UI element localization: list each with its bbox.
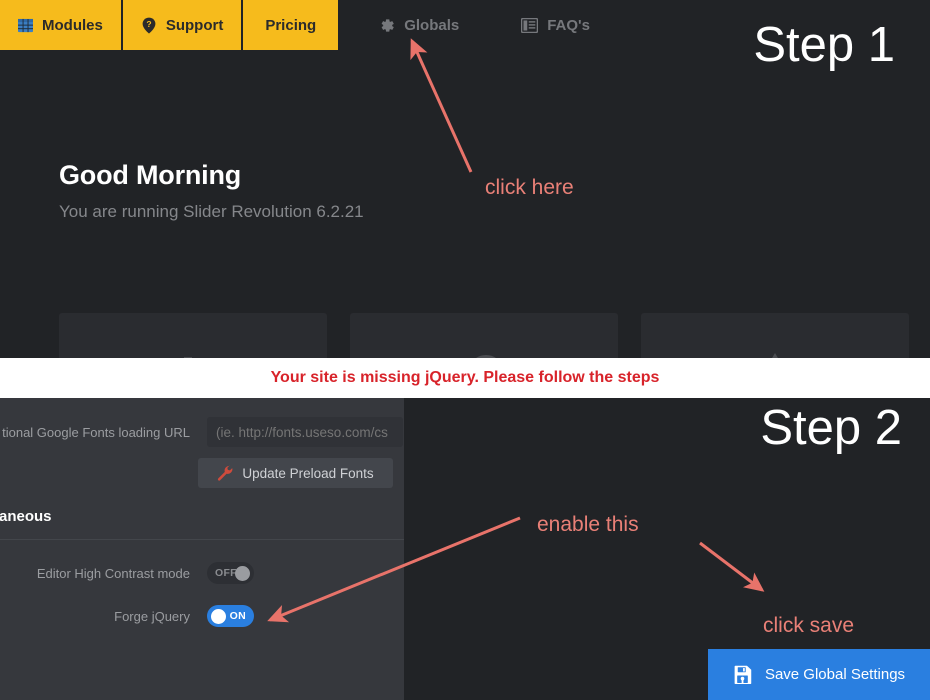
greeting-title: Good Morning [59, 160, 242, 190]
greeting-block: Good Morning You are running Slider Revo… [59, 160, 364, 222]
grid-icon [18, 18, 33, 33]
book-icon [521, 17, 539, 33]
nav-link-globals-label: Globals [404, 16, 460, 34]
update-preload-fonts-button[interactable]: Update Preload Fonts [198, 458, 393, 488]
greeting-subtitle: You are running Slider Revolution 6.2.21 [59, 202, 364, 221]
nav-link-faqs[interactable]: FAQ's [505, 0, 606, 50]
nav-tab-pricing-label: Pricing [265, 16, 317, 34]
dashboard-cards [59, 313, 911, 358]
forge-jquery-toggle-state: ON [229, 610, 246, 622]
wrench-icon [217, 465, 233, 481]
update-preload-fonts-label: Update Preload Fonts [242, 465, 374, 481]
svg-text:?: ? [146, 19, 151, 29]
forge-jquery-label: Forge jQuery [114, 608, 190, 624]
dashboard-card[interactable] [641, 313, 909, 358]
nav-tab-modules-label: Modules [42, 16, 103, 34]
forge-jquery-toggle[interactable]: ON [207, 605, 254, 627]
sliders-icon [170, 351, 216, 358]
cloud-icon [460, 351, 508, 358]
toggle-knob [235, 565, 250, 581]
google-fonts-url-input[interactable] [207, 417, 403, 447]
setting-row-forge-jquery: Forge jQuery ON [0, 605, 254, 627]
annotation-click-save: click save [763, 614, 855, 637]
nav-tab-pricing[interactable]: Pricing [243, 0, 341, 50]
save-global-settings-label: Save Global Settings [764, 666, 906, 683]
triangle-icon [754, 351, 796, 358]
save-global-settings-button[interactable]: Save Global Settings [708, 649, 930, 700]
step1-label: Step 1 [753, 18, 895, 72]
annotation-click-here: click here [485, 176, 574, 199]
annotation-enable-this: enable this [537, 513, 639, 536]
toggle-knob [211, 608, 226, 624]
step2-label: Step 2 [760, 401, 902, 455]
high-contrast-toggle[interactable]: OFF [207, 562, 254, 584]
click-save-arrow [699, 541, 765, 592]
dashboard-card[interactable] [350, 313, 618, 358]
step2-panel: tional Google Fonts loading URL Update P… [0, 398, 930, 700]
save-floppy-icon [733, 665, 752, 684]
dashboard-card[interactable] [59, 313, 327, 358]
nav-tab-modules[interactable]: Modules [0, 0, 123, 50]
nav-link-faqs-label: FAQ's [547, 16, 590, 34]
high-contrast-toggle-state: OFF [215, 567, 237, 579]
setting-row-high-contrast: Editor High Contrast mode OFF [0, 562, 254, 584]
gear-icon [378, 17, 395, 34]
nav-link-globals[interactable]: Globals [362, 0, 475, 50]
section-divider [0, 539, 404, 540]
question-pin-icon: ? [141, 17, 157, 34]
screenshot-root: Modules ? Support Pricing Globals FAQ's … [0, 0, 930, 700]
high-contrast-label: Editor High Contrast mode [36, 565, 190, 581]
nav-tab-support-label: Support [165, 16, 224, 34]
banner-message: Your site is missing jQuery. Please foll… [270, 369, 660, 386]
step1-panel: Modules ? Support Pricing Globals FAQ's … [0, 0, 930, 358]
google-fonts-url-row: tional Google Fonts loading URL [0, 417, 404, 447]
global-settings-panel: tional Google Fonts loading URL Update P… [0, 398, 404, 700]
nav-tab-support[interactable]: ? Support [122, 0, 244, 50]
section-title-miscellaneous: aneous [0, 508, 52, 525]
jquery-missing-banner: Your site is missing jQuery. Please foll… [0, 358, 930, 398]
google-fonts-url-label: tional Google Fonts loading URL [2, 424, 190, 440]
